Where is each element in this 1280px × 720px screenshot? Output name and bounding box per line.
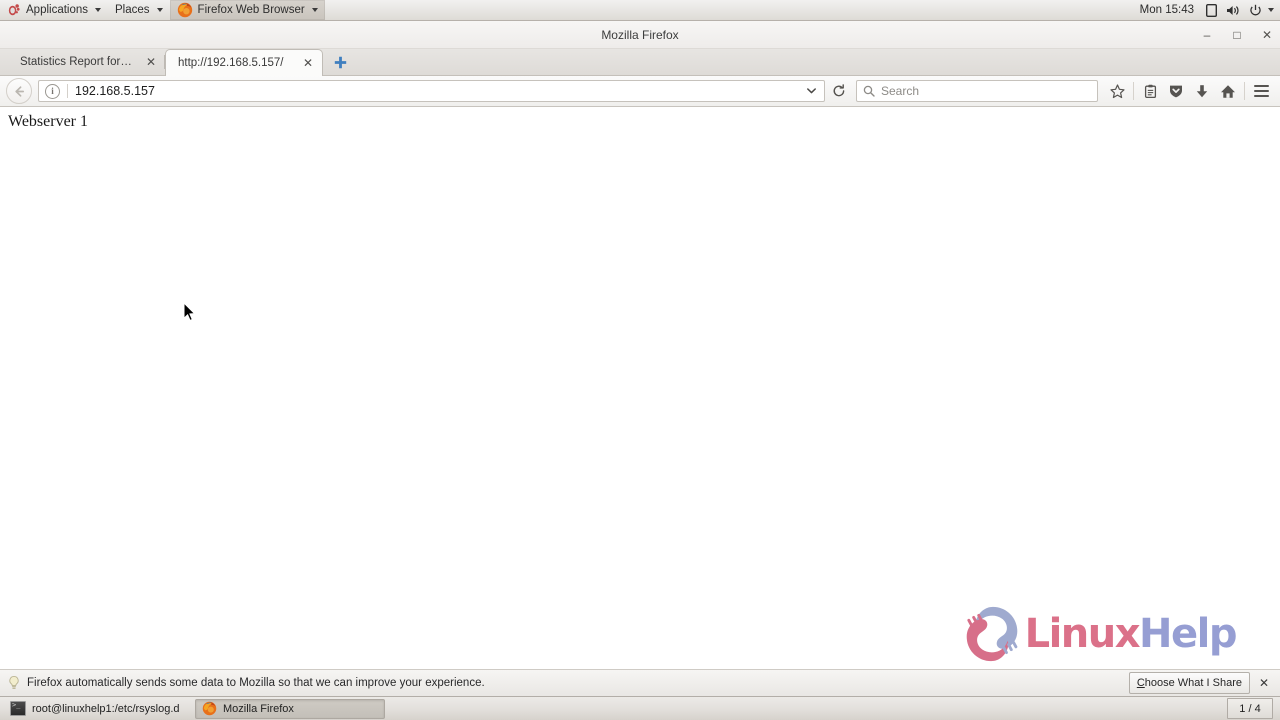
reload-icon [833,84,845,97]
pocket-shield-icon[interactable] [1163,79,1189,103]
taskbar-item-label: root@linuxhelp1:/etc/rsyslog.d [32,702,180,715]
url-divider [67,84,68,98]
applications-menu[interactable]: Applications [0,0,108,20]
window-controls: – □ ✕ [1200,21,1274,48]
gnome-foot-icon [8,4,20,16]
firefox-icon [177,2,192,18]
workspace-indicator[interactable]: 1 / 4 [1227,698,1273,719]
button-label-rest: hoose What I Share [1144,677,1242,689]
linuxhelp-logo-icon [966,606,1017,662]
browser-tab-webserver[interactable]: http://192.168.5.157/ ✕ [165,49,323,76]
desktop-taskbar: root@linuxhelp1:/etc/rsyslog.d Mozilla F… [0,696,1280,720]
bookmark-star-icon[interactable] [1104,79,1130,103]
notification-close-icon[interactable]: ✕ [1254,676,1274,690]
window-titlebar: Mozilla Firefox – □ ✕ [0,21,1280,49]
downloads-icon[interactable] [1189,79,1215,103]
plus-icon [334,56,346,68]
home-icon[interactable] [1215,79,1241,103]
chevron-down-icon [311,8,318,12]
screen: Applications Places Firefox Web Browser [0,0,1280,720]
toolbar-divider [1133,82,1134,100]
active-application-menu[interactable]: Firefox Web Browser [169,0,325,20]
back-button[interactable] [6,78,32,104]
tab-close-icon[interactable]: ✕ [145,55,157,69]
chevron-down-icon [95,8,102,12]
toolbar-icons [1104,79,1274,103]
search-icon [863,85,875,97]
lightbulb-icon [9,675,19,689]
site-identity-icon[interactable]: i [45,83,60,99]
places-menu-label: Places [115,4,150,16]
linuxhelp-watermark: LinuxHelp [961,603,1237,665]
tab-label: Statistics Report for HA... [20,56,135,68]
chevron-down-icon [156,8,163,12]
tab-strip: Statistics Report for HA... ✕ http://192… [0,49,1280,76]
new-tab-button[interactable] [327,49,353,75]
minimize-button[interactable]: – [1200,28,1214,42]
volume-icon[interactable] [1225,3,1241,17]
url-input[interactable]: 192.168.5.157 [75,84,802,98]
firefox-notification-bar: Firefox automatically sends some data to… [0,669,1280,696]
url-dropdown-icon[interactable] [802,88,820,94]
taskbar-item-firefox[interactable]: Mozilla Firefox [195,698,385,719]
page-body-text: Webserver 1 [8,113,89,130]
button-accesskey: C [1136,677,1145,689]
taskbar-item-terminal[interactable]: root@linuxhelp1:/etc/rsyslog.d [3,699,193,719]
tab-label: http://192.168.5.157/ [178,57,284,69]
terminal-icon [10,701,26,716]
firefox-window: Mozilla Firefox – □ ✕ Statistics Report … [0,21,1280,696]
panel-clock[interactable]: Mon 15:43 [1134,4,1200,16]
close-button[interactable]: ✕ [1260,28,1274,42]
display-icon[interactable] [1203,3,1219,17]
mouse-cursor [183,302,196,322]
reading-list-icon[interactable] [1137,79,1163,103]
active-application-label: Firefox Web Browser [197,4,305,16]
browser-tab-statistics[interactable]: Statistics Report for HA... ✕ [8,49,165,75]
tab-close-icon[interactable]: ✕ [302,56,314,70]
address-bar[interactable]: i 192.168.5.157 [38,80,825,102]
watermark-text-linux: Linux [1024,611,1141,657]
taskbar-item-label: Mozilla Firefox [223,702,294,715]
system-menu-chevron-icon[interactable] [1268,8,1274,12]
reload-button[interactable] [827,79,851,103]
navigation-toolbar: i 192.168.5.157 Search [0,76,1280,107]
firefox-icon [202,701,217,716]
arrow-left-icon [14,85,24,97]
page-content-area: Webserver 1 LinuxHelp [0,107,1280,673]
toolbar-divider [1244,82,1245,100]
search-bar[interactable]: Search [856,80,1098,102]
gnome-top-panel: Applications Places Firefox Web Browser [0,0,1280,21]
choose-what-i-share-button[interactable]: Choose What I Share [1128,672,1250,694]
places-menu[interactable]: Places [108,0,170,20]
maximize-button[interactable]: □ [1230,28,1244,42]
watermark-text-help: Help [1139,611,1237,657]
power-icon[interactable] [1247,3,1263,17]
applications-menu-label: Applications [26,4,89,16]
notification-message: Firefox automatically sends some data to… [27,677,485,689]
menu-hamburger-icon[interactable] [1248,79,1274,103]
window-title: Mozilla Firefox [601,27,679,42]
search-input[interactable]: Search [881,84,919,98]
